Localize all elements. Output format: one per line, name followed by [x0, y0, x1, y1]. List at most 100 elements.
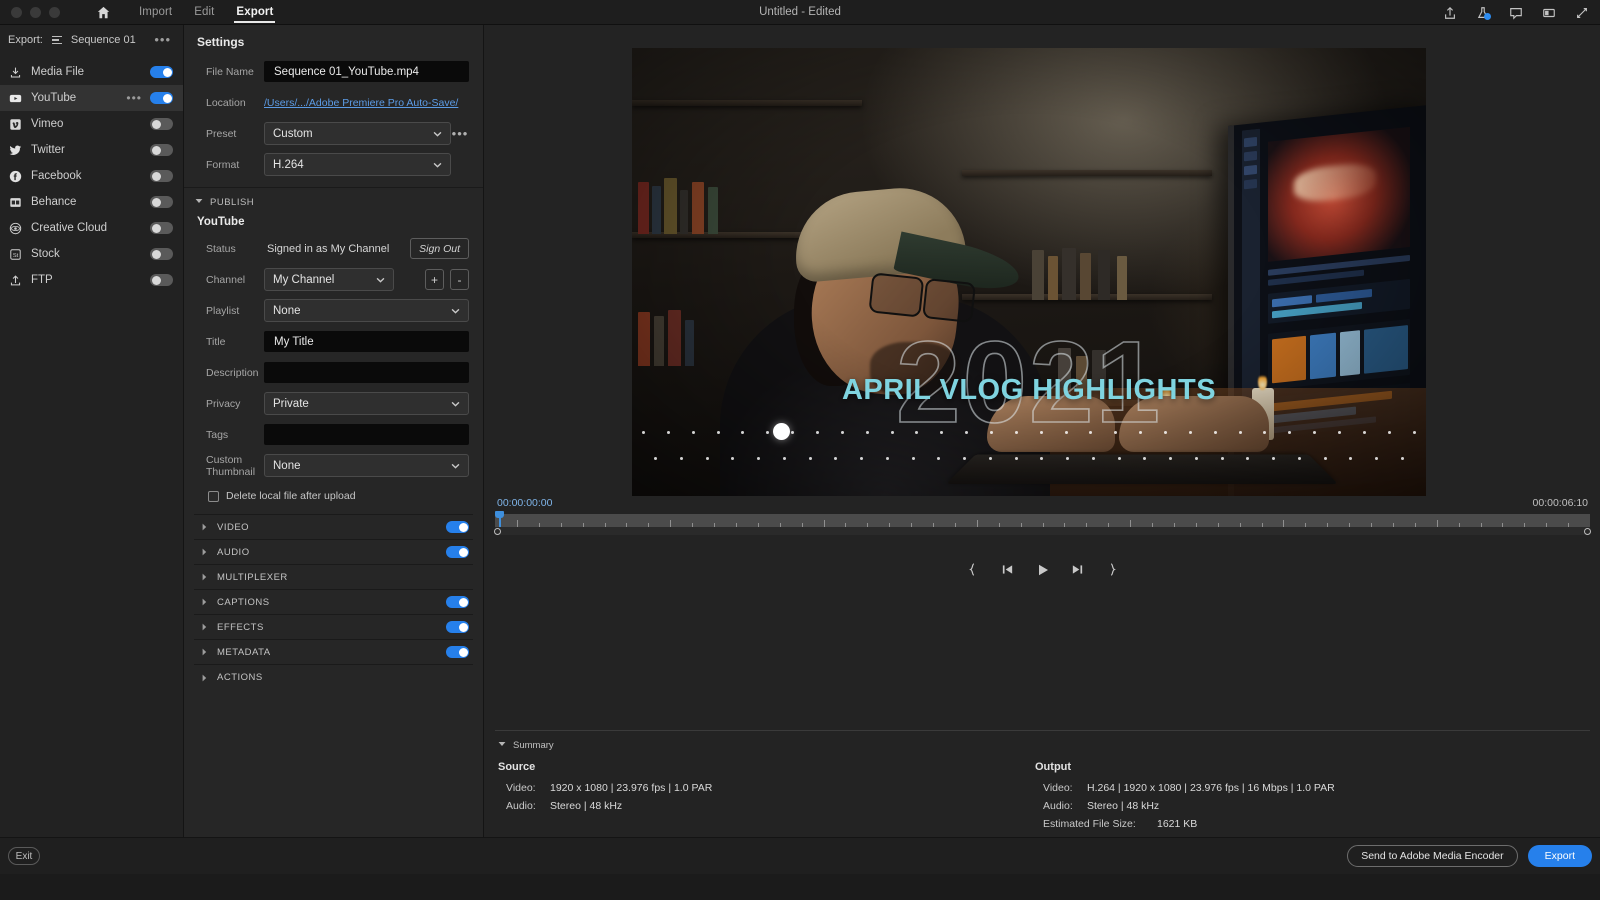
ftp-toggle[interactable] — [150, 274, 173, 286]
step-forward-icon[interactable] — [1069, 561, 1086, 578]
playlist-label: Playlist — [206, 304, 240, 317]
window-traffic-lights[interactable] — [11, 6, 60, 18]
summary-row: Video: H.264 | 1920 x 1080 | 23.976 fps … — [1032, 779, 1562, 797]
tab-import[interactable]: Import — [128, 0, 183, 25]
creative-cloud-icon — [6, 220, 24, 236]
media-file-toggle[interactable] — [150, 66, 173, 78]
format-select[interactable]: H.264 — [264, 153, 451, 176]
behance-toggle[interactable] — [150, 196, 173, 208]
comment-icon[interactable] — [1507, 4, 1524, 21]
summary-value: H.264 | 1920 x 1080 | 23.976 fps | 16 Mb… — [1087, 782, 1335, 794]
maximize-window-button[interactable] — [49, 6, 60, 18]
export-label: Export: — [8, 34, 43, 46]
mark-out-icon[interactable] — [1104, 561, 1121, 578]
sidebar-item-ftp[interactable]: FTP — [0, 267, 183, 293]
title-input[interactable]: My Title — [264, 331, 469, 352]
youtube-overflow-button[interactable]: ••• — [126, 92, 142, 104]
accordion-metadata[interactable]: METADATA — [194, 640, 473, 665]
location-link[interactable]: /Users/.../Adobe Premiere Pro Auto-Save/ — [264, 97, 458, 109]
sign-out-button[interactable]: Sign Out — [410, 238, 469, 259]
youtube-toggle[interactable] — [150, 92, 173, 104]
sidebar-item-label: Creative Cloud — [31, 222, 108, 234]
preset-select[interactable]: Custom — [264, 122, 451, 145]
stock-toggle[interactable] — [150, 248, 173, 260]
privacy-select[interactable]: Private — [264, 392, 469, 415]
sidebar-item-label: FTP — [31, 274, 53, 286]
description-input[interactable] — [264, 362, 469, 383]
exit-button[interactable]: Exit — [8, 847, 40, 865]
channel-select[interactable]: My Channel — [264, 268, 394, 291]
audio-toggle[interactable] — [446, 546, 469, 558]
close-window-button[interactable] — [11, 6, 22, 18]
tags-input[interactable] — [264, 424, 469, 445]
accordion-label: MULTIPLEXER — [217, 571, 288, 583]
export-sequence-header: Export: Sequence 01 ••• — [0, 25, 183, 55]
accordion-label: AUDIO — [217, 546, 250, 558]
sidebar-item-vimeo[interactable]: Vimeo — [0, 111, 183, 137]
effects-toggle[interactable] — [446, 621, 469, 633]
accordion-video[interactable]: VIDEO — [194, 515, 473, 540]
publish-section-header[interactable]: PUBLISH — [184, 188, 483, 214]
summary-header[interactable]: Summary — [495, 731, 1590, 755]
mode-tabs[interactable]: Import Edit Export — [128, 0, 284, 25]
in-point-handle[interactable] — [494, 528, 501, 535]
summary-key: Video: — [506, 782, 536, 794]
delete-local-file-checkbox[interactable] — [208, 490, 219, 502]
accordion-audio[interactable]: AUDIO — [194, 540, 473, 565]
beaker-icon[interactable] — [1474, 4, 1491, 21]
video-toggle[interactable] — [446, 521, 469, 533]
accordion-captions[interactable]: CAPTIONS — [194, 590, 473, 615]
facebook-toggle[interactable] — [150, 170, 173, 182]
captions-toggle[interactable] — [446, 596, 469, 608]
summary-value: 1920 x 1080 | 23.976 fps | 1.0 PAR — [550, 782, 713, 794]
privacy-label: Privacy — [206, 397, 241, 410]
status-value: Signed in as My Channel — [267, 242, 390, 255]
minimize-window-button[interactable] — [30, 6, 41, 18]
video-preview[interactable]: 2021 APRIL VLOG HIGHLIGHTS — [632, 48, 1426, 496]
send-to-adobe-media-encoder-button[interactable]: Send to Adobe Media Encoder — [1347, 845, 1518, 867]
sidebar-item-behance[interactable]: Behance — [0, 189, 183, 215]
sidebar-item-stock[interactable]: St Stock — [0, 241, 183, 267]
out-point-handle[interactable] — [1584, 528, 1591, 535]
vimeo-toggle[interactable] — [150, 118, 173, 130]
file-name-input[interactable]: Sequence 01_YouTube.mp4 — [264, 61, 469, 82]
sidebar-item-label: Media File — [31, 66, 85, 78]
delete-local-file-row[interactable]: Delete local file after upload — [198, 484, 469, 514]
step-back-icon[interactable] — [999, 561, 1016, 578]
accordion-effects[interactable]: EFFECTS — [194, 615, 473, 640]
playhead[interactable] — [495, 511, 504, 527]
fullscreen-icon[interactable] — [1573, 4, 1590, 21]
timeline-track[interactable] — [495, 527, 1590, 535]
sidebar-item-twitter[interactable]: Twitter — [0, 137, 183, 163]
custom-thumbnail-select[interactable]: None — [264, 454, 469, 477]
vimeo-icon — [6, 116, 24, 132]
preset-overflow-button[interactable]: ••• — [451, 127, 469, 140]
play-icon[interactable] — [1034, 561, 1051, 578]
share-icon[interactable] — [1441, 4, 1458, 21]
sidebar-item-youtube[interactable]: YouTube ••• — [0, 85, 183, 111]
remove-channel-button[interactable]: - — [450, 269, 469, 290]
mark-in-icon[interactable] — [964, 561, 981, 578]
export-button[interactable]: Export — [1527, 845, 1592, 867]
ruler-ticks — [495, 514, 1590, 527]
timeline-ruler[interactable] — [495, 514, 1590, 527]
sidebar-item-creative-cloud[interactable]: Creative Cloud — [0, 215, 183, 241]
accordion-actions[interactable]: ACTIONS — [194, 665, 473, 690]
sequence-overflow-button[interactable]: ••• — [154, 33, 175, 46]
accordion-multiplexer[interactable]: MULTIPLEXER — [194, 565, 473, 590]
panel-icon[interactable] — [1540, 4, 1557, 21]
sidebar-item-media-file[interactable]: Media File — [0, 59, 183, 85]
youtube-icon — [6, 90, 24, 106]
home-icon[interactable] — [92, 1, 114, 23]
creative-cloud-toggle[interactable] — [150, 222, 173, 234]
twitter-toggle[interactable] — [150, 144, 173, 156]
playlist-select[interactable]: None — [264, 299, 469, 322]
tab-export[interactable]: Export — [225, 0, 284, 25]
add-channel-button[interactable]: + — [425, 269, 444, 290]
sidebar-item-facebook[interactable]: Facebook — [0, 163, 183, 189]
channel-label: Channel — [206, 273, 246, 286]
accordion-label: EFFECTS — [217, 621, 264, 633]
metadata-toggle[interactable] — [446, 646, 469, 658]
overlay-title-text: APRIL VLOG HIGHLIGHTS — [841, 374, 1217, 406]
tab-edit[interactable]: Edit — [183, 0, 225, 25]
